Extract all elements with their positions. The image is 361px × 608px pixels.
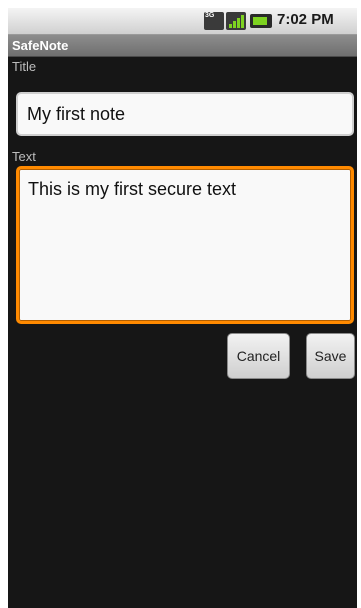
phone-screen: 3G 7:02 PM SafeNote Title My first note …	[8, 8, 357, 608]
battery-icon	[250, 14, 272, 28]
title-label: Title	[12, 59, 37, 74]
save-button[interactable]: Save	[306, 333, 355, 379]
signal-strength-icon	[226, 12, 246, 30]
status-time: 7:02 PM	[277, 11, 334, 28]
text-label: Text	[12, 149, 36, 164]
network-3g-icon: 3G	[204, 12, 224, 30]
title-input[interactable]: My first note	[16, 92, 354, 136]
status-bar: 3G 7:02 PM	[8, 8, 357, 35]
app-title-bar: SafeNote	[8, 35, 357, 57]
title-input-value: My first note	[27, 104, 126, 124]
text-input-value: This is my first secure text	[28, 179, 237, 199]
text-input[interactable]: This is my first secure text	[16, 166, 354, 324]
cancel-button[interactable]: Cancel	[227, 333, 290, 379]
app-title: SafeNote	[12, 38, 69, 53]
network-label: 3G	[205, 12, 215, 19]
